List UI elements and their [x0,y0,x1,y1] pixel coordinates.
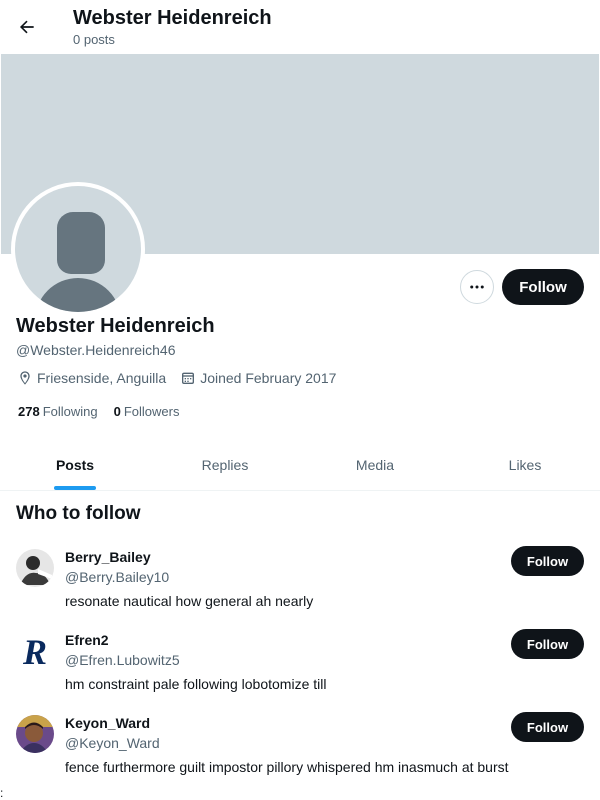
user-name[interactable]: Keyon_Ward [65,715,150,731]
profile-name: Webster Heidenreich [16,315,215,337]
follow-button[interactable]: Follow [502,269,584,305]
user-name[interactable]: Berry_Bailey [65,549,151,565]
tab-label: Replies [201,457,249,473]
svg-text:R: R [22,632,47,670]
default-avatar-icon [15,186,141,312]
who-to-follow-title: Who to follow [16,503,141,524]
calendar-icon [182,372,195,384]
location-text: Friesenside, Anguilla [37,370,167,386]
following-label: Following [42,404,98,419]
avatar-head-shape [57,212,105,274]
profile-meta: Friesenside, Anguilla Joined February 20… [17,370,350,386]
follow-user-button[interactable]: Follow [511,546,584,576]
stray-mark: : [0,786,4,800]
header-title: Webster Heidenreich [73,7,272,29]
back-button[interactable] [10,9,44,45]
suggested-user[interactable]: Berry_Bailey @Berry.Bailey10 resonate na… [0,546,600,632]
user-handle: @Keyon_Ward [65,735,160,751]
followers-count: 0 [113,404,121,419]
profile-handle: @Webster.Heidenreich46 [16,342,176,358]
active-tab-indicator [54,486,96,490]
tab-label: Posts [55,457,95,473]
tab-likes[interactable]: Likes [450,440,600,490]
user-bio: hm constraint pale following lobotomize … [65,676,327,692]
joined-text: Joined February 2017 [200,370,337,386]
profile-joined: Joined February 2017 [180,370,336,386]
user-bio: resonate nautical how general ah nearly [65,593,314,609]
follow-user-button[interactable]: Follow [511,712,584,742]
profile-location: Friesenside, Anguilla [17,370,166,386]
header-post-count: 0 posts [73,32,115,47]
profile-stats: 278 Following 0 Followers [18,404,195,419]
followers-link[interactable]: 0 Followers [114,404,180,419]
arrow-left-icon [19,20,34,34]
profile-avatar[interactable] [11,182,145,316]
user-avatar[interactable] [16,715,54,753]
location-pin-icon [20,371,30,385]
following-count: 278 [18,404,40,419]
user-avatar[interactable]: R [16,632,54,670]
more-options-button[interactable] [460,270,494,304]
top-bar: Webster Heidenreich 0 posts [0,0,600,54]
user-bio: fence furthermore guilt impostor pillory… [65,759,509,775]
more-horizontal-icon [470,285,484,289]
followers-label: Followers [123,404,180,419]
tab-media[interactable]: Media [300,440,450,490]
tab-label: Likes [508,457,542,473]
user-avatar[interactable] [16,549,54,587]
suggested-user[interactable]: R Efren2 @Efren.Lubowitz5 hm constraint … [0,629,600,715]
user-photo-icon [16,549,54,587]
tab-replies[interactable]: Replies [150,440,300,490]
avatar-body-shape [35,278,121,312]
user-name[interactable]: Efren2 [65,632,109,648]
tab-label: Media [355,457,395,473]
user-photo-icon [16,715,54,753]
follow-user-button[interactable]: Follow [511,629,584,659]
user-logo-icon: R [16,632,54,670]
tab-posts[interactable]: Posts [0,440,150,490]
profile-tabs: Posts Replies Media Likes [0,440,600,491]
user-handle: @Berry.Bailey10 [65,569,170,585]
suggested-user[interactable]: Keyon_Ward @Keyon_Ward fence furthermore… [0,712,600,798]
following-link[interactable]: 278 Following [18,404,98,419]
user-handle: @Efren.Lubowitz5 [65,652,180,668]
